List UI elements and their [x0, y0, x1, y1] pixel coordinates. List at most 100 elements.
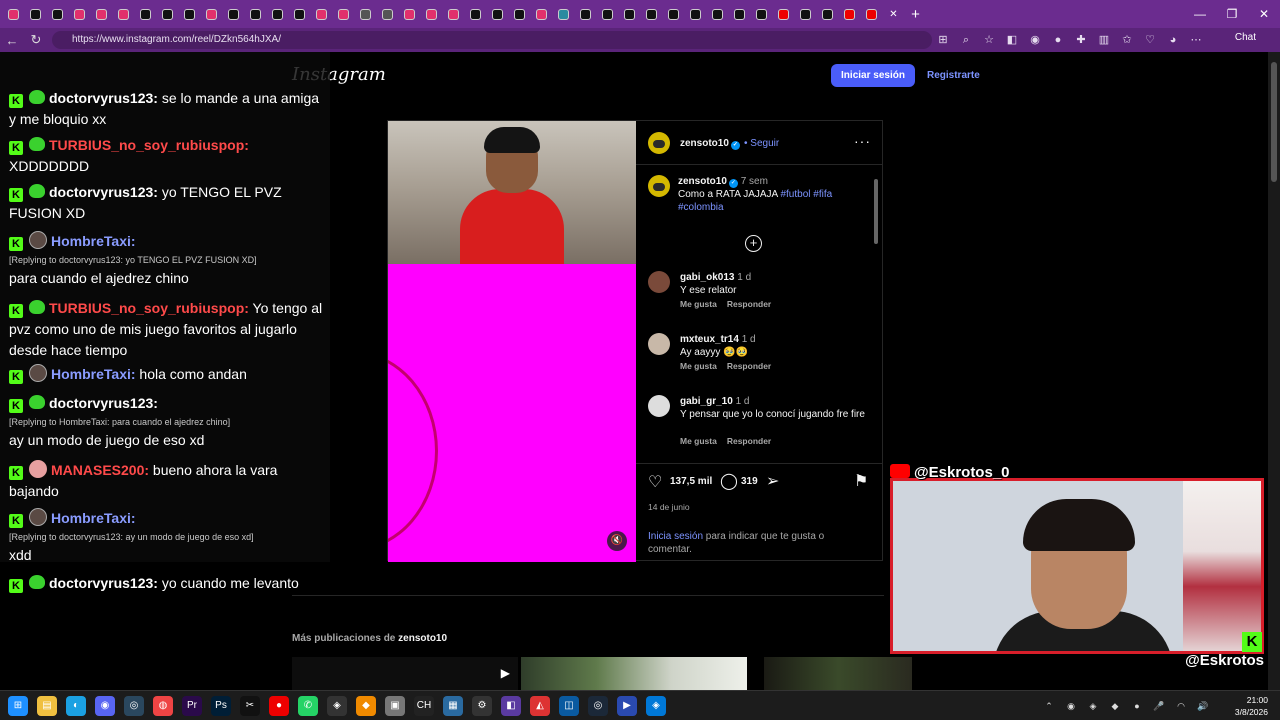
- browser-tab[interactable]: [554, 5, 573, 24]
- browser-tab[interactable]: [356, 5, 375, 24]
- browser-tab[interactable]: [444, 5, 463, 24]
- comment-reply-button[interactable]: Responder: [727, 361, 771, 371]
- chat-username[interactable]: doctorvyrus123:: [49, 184, 158, 200]
- back-icon[interactable]: ←: [0, 33, 24, 48]
- minimize-button[interactable]: —: [1184, 0, 1216, 28]
- file-explorer-icon[interactable]: ▤: [37, 696, 57, 716]
- browser-tab[interactable]: [224, 5, 243, 24]
- app-icon[interactable]: ◭: [530, 696, 550, 716]
- browser-tab[interactable]: [378, 5, 397, 24]
- browser-tab[interactable]: [334, 5, 353, 24]
- edge-icon[interactable]: ◐: [66, 696, 86, 716]
- browser-tab[interactable]: [774, 5, 793, 24]
- author-avatar[interactable]: [648, 132, 670, 154]
- chat-username[interactable]: TURBIUS_no_soy_rubiuspop:: [49, 137, 249, 153]
- app-icon[interactable]: ◈: [327, 696, 347, 716]
- commenter-avatar[interactable]: [648, 271, 670, 293]
- comment-like-button[interactable]: Me gusta: [680, 299, 717, 309]
- browser-tab[interactable]: [92, 5, 111, 24]
- browser-tab[interactable]: [158, 5, 177, 24]
- browser-tab[interactable]: [708, 5, 727, 24]
- chat-username[interactable]: HombreTaxi:: [51, 366, 136, 382]
- new-tab-icon[interactable]: +: [906, 5, 925, 24]
- browser-tab[interactable]: [400, 5, 419, 24]
- browser-tab[interactable]: [818, 5, 837, 24]
- browser-tab[interactable]: [752, 5, 771, 24]
- zoom-icon[interactable]: ⌕: [958, 32, 974, 48]
- add-comment-icon[interactable]: +: [745, 235, 762, 252]
- browser-tab[interactable]: [730, 5, 749, 24]
- steam-icon[interactable]: ◎: [588, 696, 608, 716]
- commenter-username[interactable]: mxteux_tr14: [680, 334, 739, 345]
- system-clock[interactable]: 21:00 3/8/2026: [1235, 694, 1268, 718]
- comment-reply-button[interactable]: Responder: [727, 299, 771, 309]
- commenter-username[interactable]: gabi_gr_10: [680, 396, 733, 407]
- share-icon[interactable]: ➢: [766, 471, 779, 491]
- browser-tab[interactable]: [312, 5, 331, 24]
- browser-tab[interactable]: [4, 5, 23, 24]
- windows-start-icon[interactable]: ⊞: [8, 696, 28, 716]
- url-field[interactable]: https://www.instagram.com/reel/DZkn564hJ…: [52, 31, 932, 49]
- vscode-icon[interactable]: ◫: [559, 696, 579, 716]
- save-bookmark-icon[interactable]: ⚑: [854, 471, 868, 491]
- comment-reply-button[interactable]: Responder: [727, 436, 771, 446]
- browser-tab[interactable]: [48, 5, 67, 24]
- browser-tab[interactable]: [422, 5, 441, 24]
- extension-icon-3[interactable]: ●: [1050, 32, 1066, 48]
- browser-tab[interactable]: [136, 5, 155, 24]
- chat-username[interactable]: TURBIUS_no_soy_rubiuspop:: [49, 300, 249, 316]
- app-tray-icon-2[interactable]: ●: [1130, 699, 1144, 713]
- chrome-icon[interactable]: ◍: [153, 696, 173, 716]
- chat-username[interactable]: HombreTaxi:: [51, 233, 136, 249]
- login-prompt-link[interactable]: Inicia sesión: [648, 531, 703, 542]
- chat-username[interactable]: HombreTaxi:: [51, 510, 136, 526]
- browser-tab[interactable]: [862, 5, 881, 24]
- browser-tab[interactable]: [576, 5, 595, 24]
- chat-username[interactable]: MANASES200:: [51, 462, 149, 478]
- close-tab-icon[interactable]: ✕: [884, 5, 903, 24]
- thumbnail[interactable]: ▶: [292, 657, 518, 690]
- chat-username[interactable]: doctorvyrus123:: [49, 575, 158, 591]
- mic-icon[interactable]: 🎤: [1152, 699, 1166, 713]
- browser-tab[interactable]: [796, 5, 815, 24]
- like-icon[interactable]: ♡: [648, 472, 662, 492]
- browser-tab[interactable]: [290, 5, 309, 24]
- app-tray-icon[interactable]: ◆: [1108, 699, 1122, 713]
- browser-tab[interactable]: [664, 5, 683, 24]
- app-icon[interactable]: ▶: [617, 696, 637, 716]
- app-icon[interactable]: ◈: [646, 696, 666, 716]
- caption-avatar[interactable]: [648, 175, 670, 197]
- app-icon[interactable]: ▦: [443, 696, 463, 716]
- browser-tab[interactable]: [180, 5, 199, 24]
- wifi-icon[interactable]: ◠: [1174, 699, 1188, 713]
- comment-like-button[interactable]: Me gusta: [680, 436, 717, 446]
- app-icon[interactable]: ◆: [356, 696, 376, 716]
- youtube-music-icon[interactable]: ●: [269, 696, 289, 716]
- settings-icon[interactable]: ⚙: [472, 696, 492, 716]
- mute-icon[interactable]: 🔇: [607, 531, 627, 551]
- comment-icon[interactable]: ◯: [720, 471, 738, 491]
- heart-icon[interactable]: ♡: [1142, 32, 1158, 48]
- photoshop-icon[interactable]: Ps: [211, 696, 231, 716]
- close-window-button[interactable]: ✕: [1248, 0, 1280, 28]
- browser-tab[interactable]: [598, 5, 617, 24]
- caption-username[interactable]: zensoto10: [678, 176, 727, 187]
- page-scrollbar[interactable]: [1268, 52, 1280, 690]
- extension-icon[interactable]: ◧: [1004, 32, 1020, 48]
- browser-tab[interactable]: [26, 5, 45, 24]
- browser-tab[interactable]: [202, 5, 221, 24]
- browser-tab[interactable]: [840, 5, 859, 24]
- volume-icon[interactable]: 🔊: [1196, 699, 1210, 713]
- maximize-button[interactable]: ❐: [1216, 0, 1248, 28]
- more-options-icon[interactable]: ⋯: [1188, 32, 1204, 48]
- browser-tab[interactable]: [466, 5, 485, 24]
- discord-icon[interactable]: ◉: [95, 696, 115, 716]
- login-button[interactable]: Iniciar sesión: [831, 64, 915, 87]
- more-options-icon[interactable]: ···: [854, 133, 871, 149]
- extension-icon-2[interactable]: ◉: [1027, 32, 1043, 48]
- profile-avatar-icon[interactable]: ◕: [1165, 32, 1181, 48]
- chat-username[interactable]: doctorvyrus123:: [49, 395, 158, 411]
- reel-video[interactable]: 🔇: [388, 121, 636, 562]
- browser-tab[interactable]: [114, 5, 133, 24]
- browser-tab[interactable]: [686, 5, 705, 24]
